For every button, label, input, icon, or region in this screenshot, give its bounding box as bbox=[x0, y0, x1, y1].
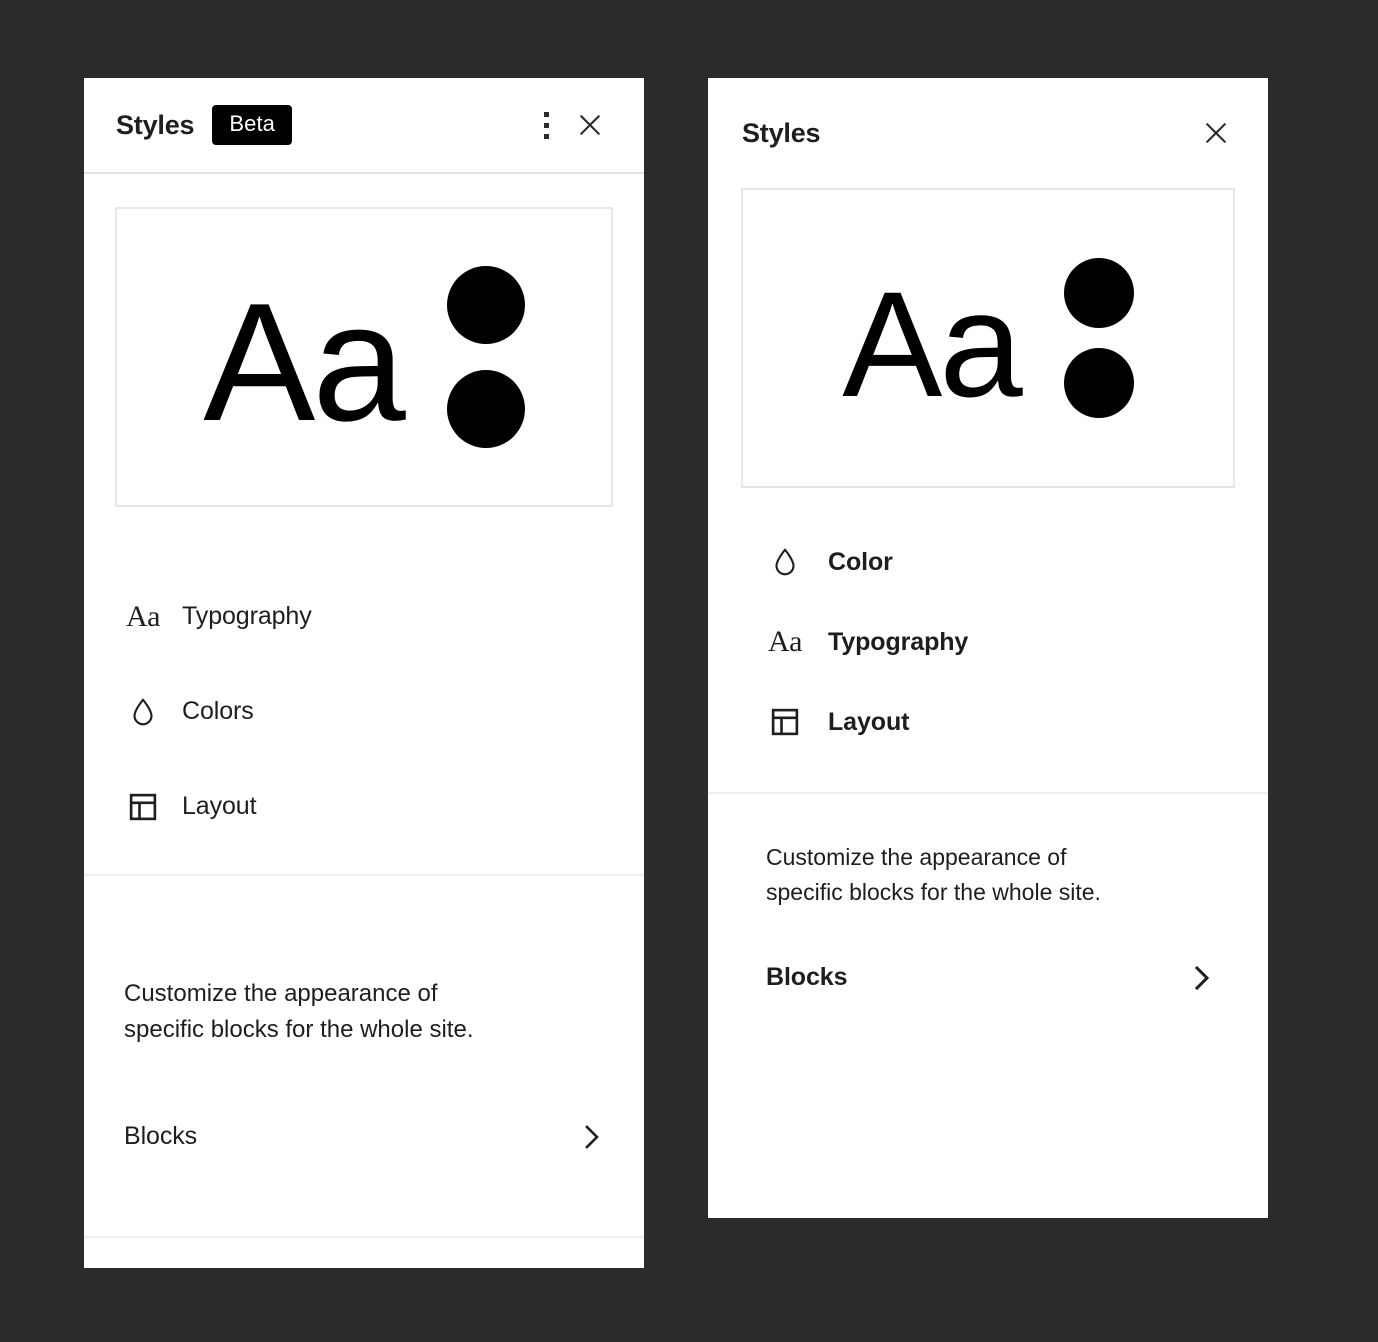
beta-badge: Beta bbox=[212, 105, 293, 145]
panel-footer-divider bbox=[84, 1236, 644, 1238]
close-button[interactable] bbox=[568, 103, 612, 147]
preview-color-swatches bbox=[1063, 258, 1134, 418]
color-swatch bbox=[1063, 348, 1134, 418]
color-swatch bbox=[446, 370, 525, 448]
blocks-section: Customize the appearance of specific blo… bbox=[84, 874, 644, 1169]
droplet-icon bbox=[126, 695, 160, 729]
menu-item-label: Layout bbox=[828, 707, 910, 736]
styles-panel-left: Styles Beta Aa Aa Typography Colors Layo… bbox=[84, 78, 644, 1268]
blocks-description: Customize the appearance of specific blo… bbox=[766, 844, 1101, 905]
blocks-description: Customize the appearance of specific blo… bbox=[124, 980, 474, 1044]
color-swatch bbox=[1063, 258, 1134, 328]
menu-item-layout[interactable]: Layout bbox=[740, 682, 1236, 762]
blocks-link-label: Blocks bbox=[124, 1122, 198, 1151]
menu-item-label: Typography bbox=[182, 602, 312, 630]
kebab-menu-icon bbox=[543, 111, 549, 139]
styles-menu-list: Aa Typography Colors Layout bbox=[84, 569, 644, 854]
menu-item-label: Typography bbox=[828, 627, 969, 656]
menu-item-layout[interactable]: Layout bbox=[116, 759, 612, 854]
screenshot-stage: Styles Beta Aa Aa Typography Colors Layo… bbox=[0, 0, 1378, 1342]
blocks-section: Customize the appearance of specific blo… bbox=[708, 792, 1268, 1010]
chevron-right-icon bbox=[1190, 963, 1214, 993]
close-icon bbox=[1202, 119, 1230, 147]
chevron-right-icon bbox=[580, 1122, 604, 1152]
panel-header: Styles Beta bbox=[84, 78, 644, 174]
menu-item-colors[interactable]: Colors bbox=[116, 664, 612, 759]
blocks-link-button[interactable]: Blocks bbox=[740, 946, 1236, 1010]
blocks-link-label: Blocks bbox=[766, 963, 848, 992]
color-swatch bbox=[446, 266, 525, 344]
layout-icon bbox=[768, 705, 802, 739]
menu-item-typography[interactable]: Aa Typography bbox=[116, 569, 612, 664]
typography-icon: Aa bbox=[126, 599, 160, 633]
typography-icon: Aa bbox=[768, 625, 802, 658]
preview-color-swatches bbox=[446, 266, 525, 448]
style-preview-card[interactable]: Aa bbox=[115, 207, 613, 507]
menu-item-color[interactable]: Color bbox=[740, 522, 1236, 602]
close-button[interactable] bbox=[1194, 111, 1238, 155]
blocks-link-button[interactable]: Blocks bbox=[116, 1105, 612, 1169]
page-title: Styles bbox=[116, 109, 195, 140]
menu-item-label: Colors bbox=[182, 697, 254, 725]
menu-item-label: Color bbox=[828, 547, 893, 576]
panel-header: Styles bbox=[708, 78, 1268, 188]
page-title: Styles bbox=[742, 117, 821, 148]
styles-panel-right: Styles Aa Color Aa Typography Layout Cus… bbox=[708, 78, 1268, 1218]
menu-item-label: Layout bbox=[182, 792, 257, 820]
layout-icon bbox=[126, 790, 160, 824]
droplet-icon bbox=[768, 545, 802, 579]
menu-item-typography[interactable]: Aa Typography bbox=[740, 602, 1236, 682]
close-icon bbox=[576, 111, 604, 139]
preview-sample-text: Aa bbox=[203, 268, 405, 457]
kebab-menu-button[interactable] bbox=[524, 103, 568, 147]
preview-sample-text: Aa bbox=[842, 259, 1022, 428]
styles-menu-list: Color Aa Typography Layout bbox=[708, 522, 1268, 762]
style-preview-card[interactable]: Aa bbox=[741, 188, 1235, 488]
